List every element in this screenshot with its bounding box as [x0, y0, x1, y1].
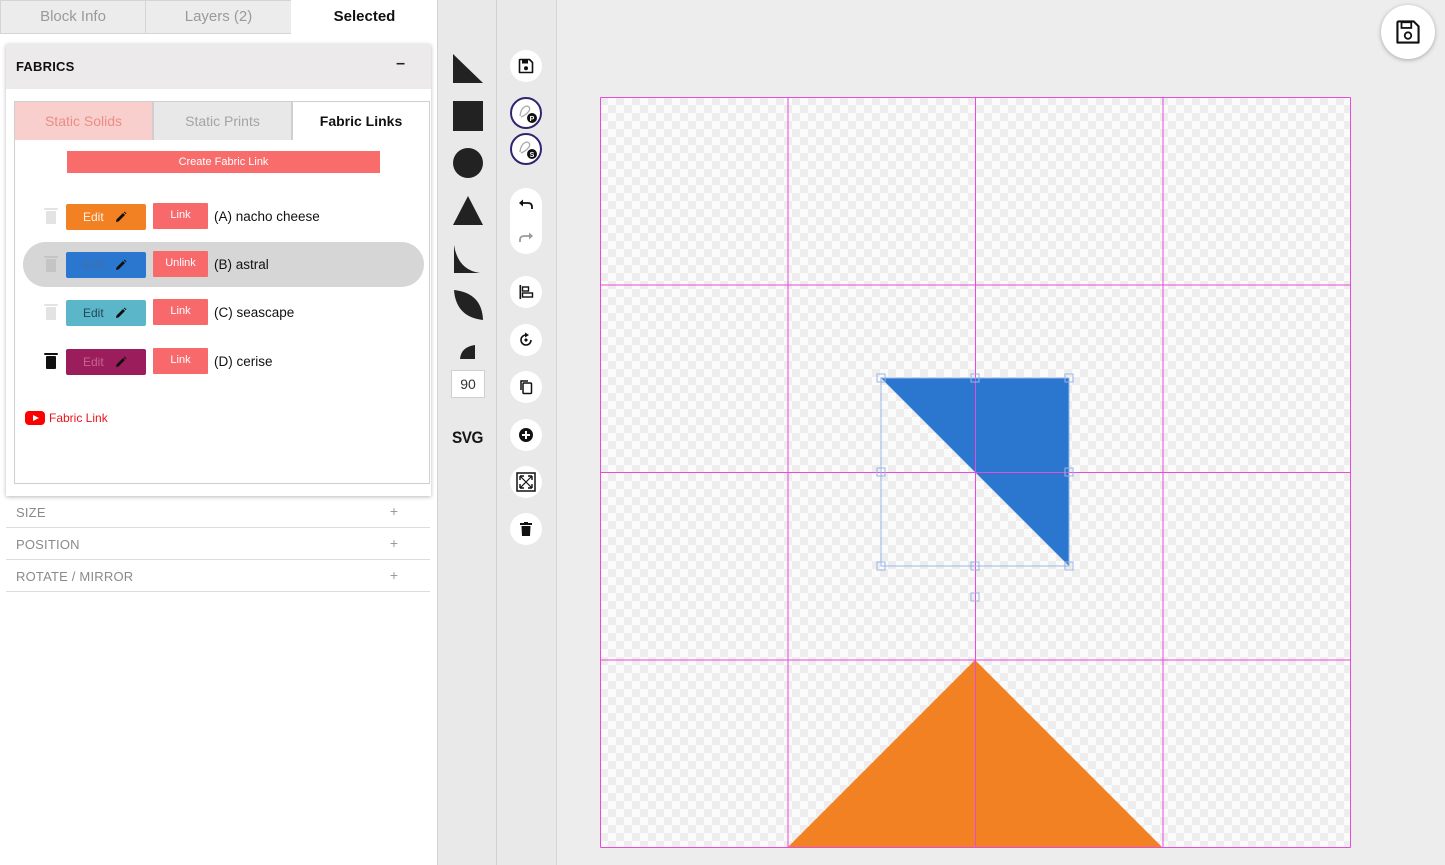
main-tabs: Block Info Layers (2) Selected [0, 0, 437, 34]
circle-icon[interactable] [450, 146, 486, 180]
fabric-row: Edit Link (D) cerise [23, 339, 424, 384]
svg-text:P: P [530, 116, 535, 123]
rotate-icon[interactable] [510, 324, 542, 356]
pencil-icon [116, 356, 127, 367]
quarter-curve-icon[interactable] [450, 242, 486, 276]
fabric-links-content: Create Fabric Link Edit Link (A) nacho c… [14, 140, 430, 484]
fabric-row: Edit Link (C) seascape [23, 290, 424, 335]
save-floating-button[interactable] [1381, 5, 1435, 59]
canvas-area [557, 0, 1445, 865]
shape-toolbar: 90 SVG [437, 0, 497, 865]
link-button[interactable]: Link [153, 348, 208, 374]
position-section[interactable]: POSITION + [6, 528, 430, 560]
expand-icon: + [389, 503, 398, 519]
svg-button[interactable]: SVG [452, 428, 483, 448]
tab-static-prints[interactable]: Static Prints [153, 101, 292, 141]
fabric-name: (C) seascape [214, 305, 295, 320]
edit-label: Edit [83, 306, 104, 320]
fabric-name: (D) cerise [214, 354, 273, 369]
fabric-row: Edit Link (A) nacho cheese [23, 194, 424, 239]
square-icon[interactable] [450, 99, 486, 133]
fabric-row: Edit Unlink (B) astral [23, 242, 424, 287]
leaf-icon[interactable] [450, 287, 486, 323]
tool-toolbar: P S [497, 0, 557, 865]
edit-button[interactable]: Edit [66, 252, 146, 278]
tab-block-info[interactable]: Block Info [0, 0, 146, 34]
pencil-icon [116, 211, 127, 222]
trash-icon[interactable] [44, 208, 58, 224]
edit-label: Edit [83, 258, 104, 272]
trash-icon[interactable] [44, 256, 58, 272]
video-link-label: Fabric Link [49, 411, 108, 425]
rotate-mirror-section[interactable]: ROTATE / MIRROR + [6, 560, 430, 592]
fabric-name: (A) nacho cheese [214, 209, 320, 224]
size-label: SIZE [16, 505, 46, 520]
rotate-degree-input[interactable]: 90 [451, 370, 485, 398]
fabric-name: (B) astral [214, 257, 269, 272]
unlink-button[interactable]: Unlink [153, 251, 208, 277]
svg-text:S: S [530, 152, 535, 159]
link-button[interactable]: Link [153, 299, 208, 325]
expand-icon: + [389, 567, 398, 583]
save-icon[interactable] [510, 50, 542, 82]
trash-icon[interactable] [44, 353, 58, 369]
fabrics-title: FABRICS [16, 59, 75, 74]
collapse-button[interactable]: – [396, 55, 405, 73]
position-label: POSITION [16, 537, 80, 552]
left-panel: Block Info Layers (2) Selected FABRICS –… [0, 0, 437, 865]
youtube-icon [25, 411, 45, 425]
edit-button[interactable]: Edit [66, 204, 146, 230]
copy-icon[interactable] [510, 371, 542, 403]
delete-icon[interactable] [510, 513, 542, 545]
link-button[interactable]: Link [153, 203, 208, 229]
triangle-icon[interactable] [450, 194, 486, 228]
badge-p-icon[interactable]: P [510, 97, 542, 129]
pencil-icon [116, 259, 127, 270]
fit-screen-icon[interactable] [510, 466, 542, 498]
tab-layers[interactable]: Layers (2) [145, 0, 292, 34]
redo-icon[interactable] [510, 222, 542, 254]
save-icon [1396, 20, 1420, 44]
small-quarter-circle-icon[interactable] [450, 342, 486, 362]
tab-fabric-links[interactable]: Fabric Links [292, 101, 430, 141]
fabrics-panel: FABRICS – Static Solids Static Prints Fa… [6, 44, 431, 496]
edit-label: Edit [83, 355, 104, 369]
badge-s-icon[interactable]: S [510, 133, 542, 165]
create-fabric-link-button[interactable]: Create Fabric Link [67, 151, 380, 173]
right-triangle-icon[interactable] [450, 52, 486, 86]
quilt-block-canvas[interactable] [600, 97, 1351, 848]
fabric-sub-tabs: Static Solids Static Prints Fabric Links [14, 101, 430, 141]
edit-label: Edit [83, 210, 104, 224]
rotate-mirror-label: ROTATE / MIRROR [16, 569, 134, 584]
size-section[interactable]: SIZE + [6, 496, 430, 528]
edit-button[interactable]: Edit [66, 349, 146, 375]
align-icon[interactable] [510, 276, 542, 308]
edit-button[interactable]: Edit [66, 300, 146, 326]
add-icon[interactable] [510, 419, 542, 451]
tab-selected[interactable]: Selected [291, 0, 437, 34]
undo-redo-group [510, 188, 542, 254]
pencil-icon [116, 307, 127, 318]
undo-icon[interactable] [510, 189, 542, 221]
trash-icon[interactable] [44, 304, 58, 320]
expand-icon: + [389, 535, 398, 551]
tab-static-solids[interactable]: Static Solids [14, 101, 153, 141]
fabrics-header[interactable]: FABRICS – [6, 44, 431, 89]
